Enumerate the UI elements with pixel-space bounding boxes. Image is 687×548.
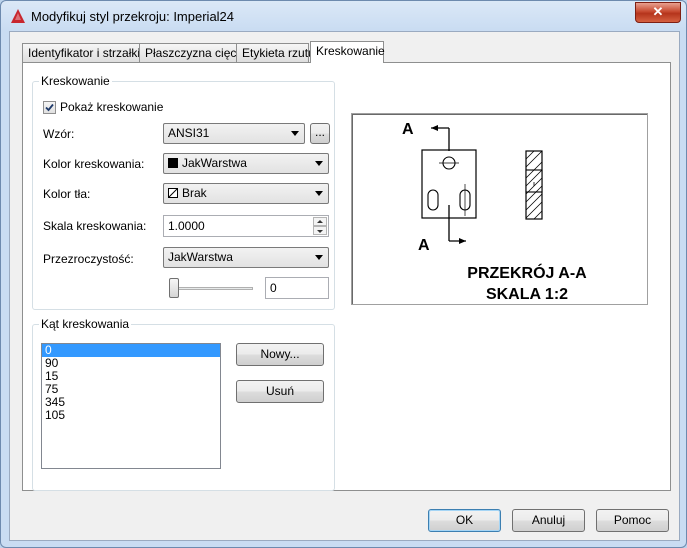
- pattern-select[interactable]: ANSI31: [163, 123, 305, 144]
- show-hatch-checkbox[interactable]: [43, 101, 56, 114]
- delete-angle-button[interactable]: Usuń: [236, 380, 324, 403]
- hatch-group-title: Kreskowanie: [39, 74, 112, 88]
- section-view-drawing: A A PRZEKRÓJ A-A SKALA 1:2: [402, 121, 587, 303]
- pattern-browse-button[interactable]: ...: [310, 123, 330, 144]
- transparency-slider-thumb[interactable]: [169, 278, 179, 298]
- hatch-group: Kreskowanie Pokaż kreskowanie Wzór: ANSI…: [32, 74, 335, 310]
- no-color-swatch-icon: [168, 188, 178, 198]
- window-title: Modyfikuj styl przekroju: Imperial24: [31, 9, 235, 24]
- tab-cutting-plane[interactable]: Płaszczyzna cięcia: [139, 43, 246, 62]
- chevron-down-icon: [315, 255, 323, 260]
- transparency-label: Przezroczystość:: [43, 252, 134, 266]
- list-item[interactable]: 345: [42, 396, 220, 409]
- transparency-value-field[interactable]: 0: [265, 277, 329, 299]
- hatch-scale-label: Skala kreskowania:: [43, 219, 147, 233]
- hatch-color-value: JakWarstwa: [182, 156, 247, 170]
- autocad-logo-icon: [11, 9, 25, 23]
- section-label-bottom: A: [418, 237, 430, 254]
- transparency-value: JakWarstwa: [168, 250, 233, 264]
- spin-down-icon[interactable]: [313, 226, 327, 235]
- transparency-select[interactable]: JakWarstwa: [163, 247, 329, 268]
- tab-hatching[interactable]: Kreskowanie: [310, 41, 385, 63]
- title-bar[interactable]: Modyfikuj styl przekroju: Imperial24 ✕: [1, 1, 686, 31]
- new-angle-button[interactable]: Nowy...: [236, 343, 324, 366]
- angle-group-title: Kąt kreskowania: [39, 317, 132, 331]
- hatch-color-select[interactable]: JakWarstwa: [163, 153, 329, 174]
- dialog-window: Modyfikuj styl przekroju: Imperial24 ✕ I…: [0, 0, 687, 548]
- dialog-client-area: Identyfikator i strzałki Płaszczyzna cię…: [9, 31, 680, 541]
- angle-list[interactable]: 0 90 15 75 345 105: [41, 343, 221, 469]
- spin-up-icon[interactable]: [313, 217, 327, 226]
- color-swatch-icon: [168, 158, 178, 168]
- background-color-value: Brak: [182, 186, 207, 200]
- checkmark-icon: [45, 103, 54, 112]
- chevron-down-icon: [315, 161, 323, 166]
- list-item[interactable]: 75: [42, 383, 220, 396]
- pattern-label: Wzór:: [43, 127, 75, 141]
- cancel-button[interactable]: Anuluj: [512, 509, 585, 532]
- list-item[interactable]: 105: [42, 409, 220, 422]
- section-caption-title: PRZEKRÓJ A-A: [467, 263, 587, 282]
- angle-group: Kąt kreskowania 0 90 15 75 345 105 Nowy.…: [32, 317, 335, 491]
- background-color-label: Kolor tła:: [43, 187, 91, 201]
- ok-button[interactable]: OK: [428, 509, 501, 532]
- chevron-down-icon: [291, 131, 299, 136]
- section-caption-scale: SKALA 1:2: [486, 286, 568, 303]
- pattern-value: ANSI31: [168, 126, 210, 140]
- tab-view-label[interactable]: Etykieta rzutu: [236, 43, 315, 62]
- hatch-scale-spinner[interactable]: 1.0000: [163, 215, 329, 237]
- section-preview: A A PRZEKRÓJ A-A SKALA 1:2: [351, 113, 648, 305]
- background-color-select[interactable]: Brak: [163, 183, 329, 204]
- tab-panel-hatching: Kreskowanie Pokaż kreskowanie Wzór: ANSI…: [22, 62, 671, 491]
- list-item[interactable]: 90: [42, 357, 220, 370]
- show-hatch-label[interactable]: Pokaż kreskowanie: [60, 100, 163, 114]
- tab-identifier-arrows[interactable]: Identyfikator i strzałki: [22, 43, 140, 62]
- help-button[interactable]: Pomoc: [596, 509, 669, 532]
- hatch-scale-value: 1.0000: [168, 219, 205, 233]
- chevron-down-icon: [315, 191, 323, 196]
- list-item[interactable]: 0: [42, 344, 220, 357]
- hatch-color-label: Kolor kreskowania:: [43, 157, 145, 171]
- close-button[interactable]: ✕: [635, 2, 681, 23]
- section-label-top: A: [402, 121, 414, 138]
- list-item[interactable]: 15: [42, 370, 220, 383]
- transparency-slider-track[interactable]: [171, 287, 253, 290]
